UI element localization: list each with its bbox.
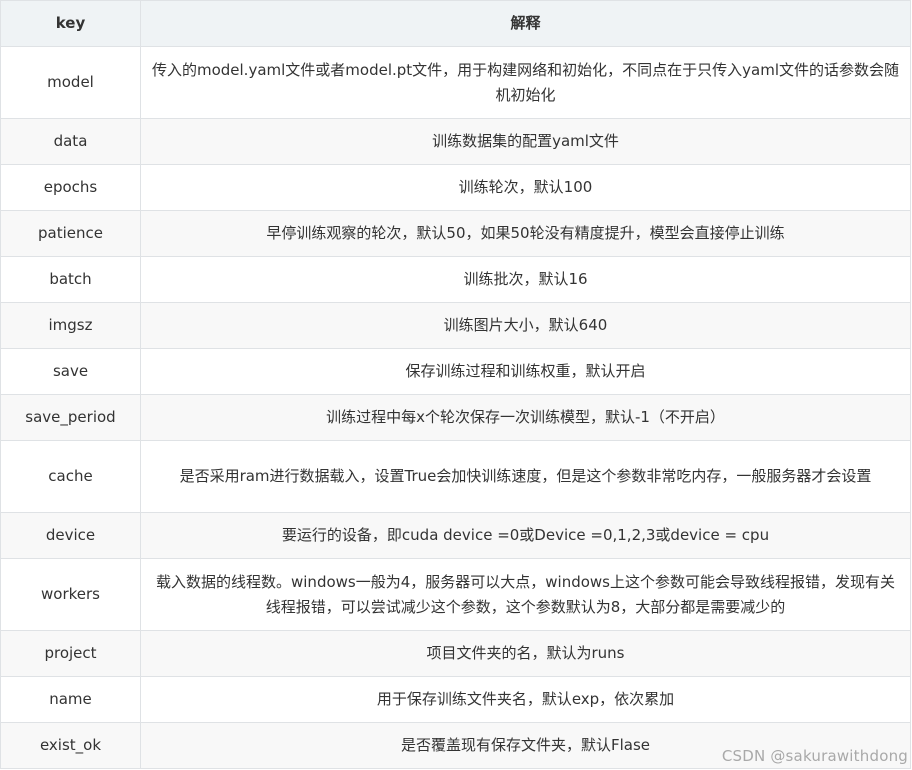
table-row: name 用于保存训练文件夹名，默认exp，依次累加: [0, 676, 911, 723]
params-table: key 解释 model 传入的model.yaml文件或者model.pt文件…: [0, 0, 911, 769]
param-key: model: [0, 46, 141, 119]
table-row: project 项目文件夹的名，默认为runs: [0, 630, 911, 677]
table-row: save 保存训练过程和训练权重，默认开启: [0, 348, 911, 395]
table-header-row: key 解释: [0, 0, 911, 47]
header-desc: 解释: [140, 0, 911, 47]
param-key: batch: [0, 256, 141, 303]
table-row: epochs 训练轮次，默认100: [0, 164, 911, 211]
table-row: patience 早停训练观察的轮次，默认50，如果50轮没有精度提升，模型会直…: [0, 210, 911, 257]
param-desc: 训练轮次，默认100: [140, 164, 911, 211]
param-key: epochs: [0, 164, 141, 211]
param-key: device: [0, 512, 141, 559]
table-row: device 要运行的设备，即cuda device =0或Device =0,…: [0, 512, 911, 559]
param-desc: 传入的model.yaml文件或者model.pt文件，用于构建网络和初始化，不…: [140, 46, 911, 119]
param-key: name: [0, 676, 141, 723]
param-key: save_period: [0, 394, 141, 441]
param-desc: 是否采用ram进行数据载入，设置True会加快训练速度，但是这个参数非常吃内存，…: [140, 440, 911, 513]
param-desc: 用于保存训练文件夹名，默认exp，依次累加: [140, 676, 911, 723]
table-row: workers 载入数据的线程数。windows一般为4，服务器可以大点，win…: [0, 558, 911, 631]
param-key: patience: [0, 210, 141, 257]
param-desc: 训练图片大小，默认640: [140, 302, 911, 349]
param-key: cache: [0, 440, 141, 513]
param-desc: 训练数据集的配置yaml文件: [140, 118, 911, 165]
param-desc: 载入数据的线程数。windows一般为4，服务器可以大点，windows上这个参…: [140, 558, 911, 631]
param-desc: 训练过程中每x个轮次保存一次训练模型，默认-1（不开启）: [140, 394, 911, 441]
table-row: batch 训练批次，默认16: [0, 256, 911, 303]
csdn-watermark: CSDN @sakurawithdong: [721, 747, 908, 765]
param-key: save: [0, 348, 141, 395]
param-desc: 保存训练过程和训练权重，默认开启: [140, 348, 911, 395]
param-key: project: [0, 630, 141, 677]
param-desc: 训练批次，默认16: [140, 256, 911, 303]
param-desc: 早停训练观察的轮次，默认50，如果50轮没有精度提升，模型会直接停止训练: [140, 210, 911, 257]
table-row: imgsz 训练图片大小，默认640: [0, 302, 911, 349]
table-row: model 传入的model.yaml文件或者model.pt文件，用于构建网络…: [0, 46, 911, 119]
header-key: key: [0, 0, 141, 47]
param-key: data: [0, 118, 141, 165]
param-desc: 要运行的设备，即cuda device =0或Device =0,1,2,3或d…: [140, 512, 911, 559]
table-row: cache 是否采用ram进行数据载入，设置True会加快训练速度，但是这个参数…: [0, 440, 911, 513]
param-key: workers: [0, 558, 141, 631]
param-key: exist_ok: [0, 722, 141, 769]
table-row: save_period 训练过程中每x个轮次保存一次训练模型，默认-1（不开启）: [0, 394, 911, 441]
param-desc: 项目文件夹的名，默认为runs: [140, 630, 911, 677]
table-row: data 训练数据集的配置yaml文件: [0, 118, 911, 165]
param-key: imgsz: [0, 302, 141, 349]
